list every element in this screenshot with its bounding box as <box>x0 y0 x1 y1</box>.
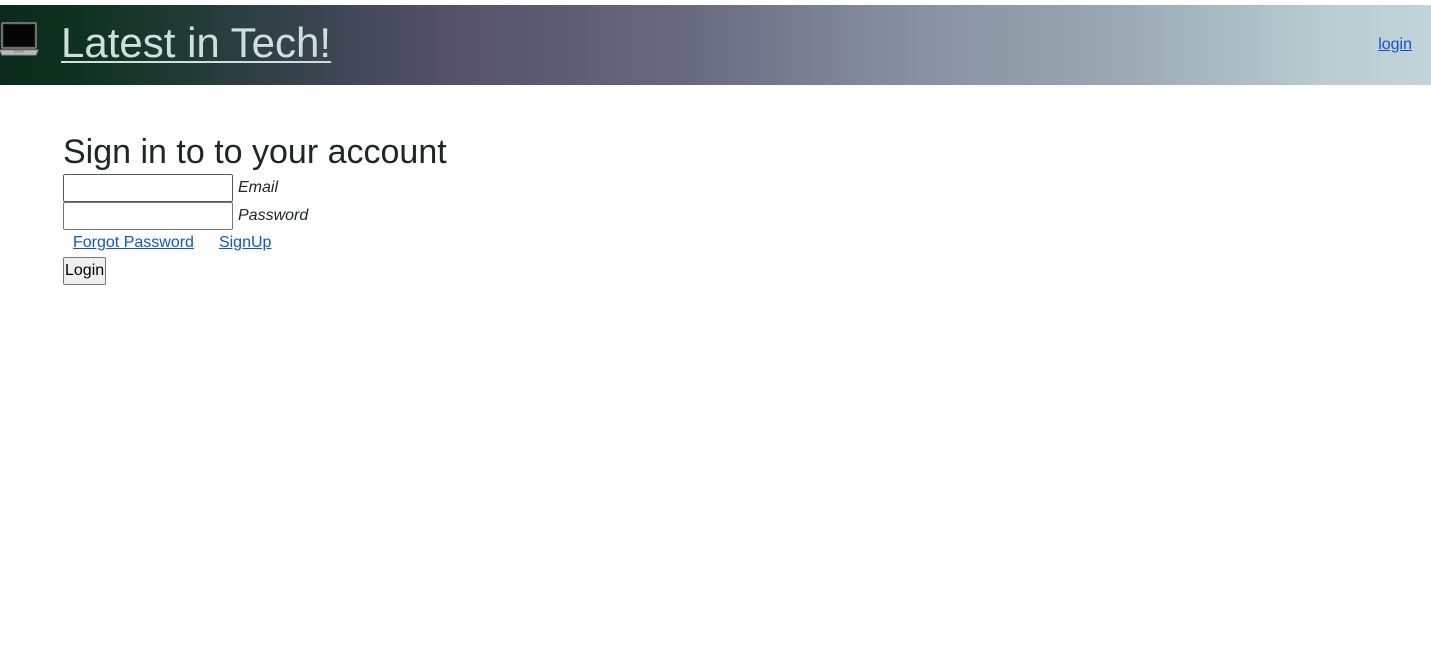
email-label: Email <box>238 179 279 196</box>
signup-link[interactable]: SignUp <box>219 234 271 252</box>
site-header: Latest in Tech! login <box>0 5 1431 85</box>
password-field[interactable] <box>63 202 233 230</box>
password-row: Password <box>63 202 447 230</box>
header-login-link[interactable]: login <box>1378 35 1412 55</box>
laptop-icon <box>0 19 40 61</box>
form-links: Forgot Password SignUp <box>63 230 447 256</box>
forgot-password-link[interactable]: Forgot Password <box>73 234 194 252</box>
page-title: Sign in to to your account <box>63 133 447 171</box>
site-title-link[interactable]: Latest in Tech! <box>61 17 331 69</box>
password-label: Password <box>238 207 309 224</box>
email-row: Email <box>63 174 447 202</box>
login-form-section: Sign in to to your account Email Passwor… <box>63 130 447 285</box>
login-button[interactable]: Login <box>63 257 107 285</box>
email-field[interactable] <box>63 174 233 202</box>
